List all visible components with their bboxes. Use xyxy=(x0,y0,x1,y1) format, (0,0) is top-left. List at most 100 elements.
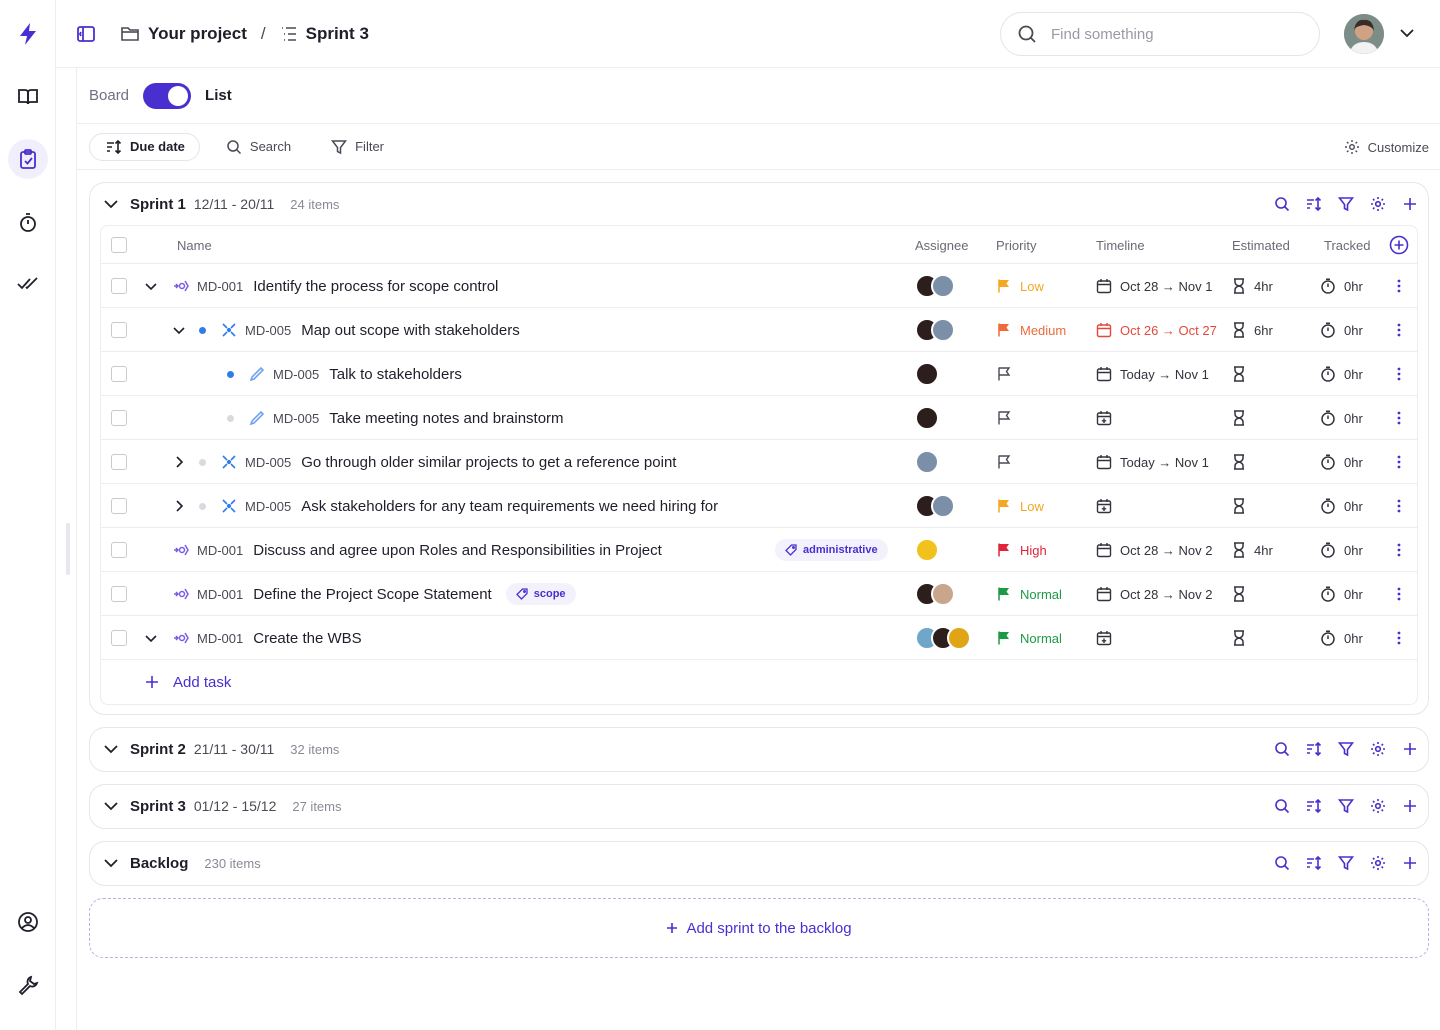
filter-icon[interactable] xyxy=(1336,853,1356,873)
plus-icon[interactable] xyxy=(1400,853,1420,873)
clipboard-check-icon[interactable] xyxy=(8,139,48,179)
sort-icon[interactable] xyxy=(1304,853,1324,873)
breadcrumb-sprint[interactable]: Sprint 3 xyxy=(280,24,369,44)
filter-button[interactable]: Filter xyxy=(317,133,398,161)
chevron-down-icon[interactable] xyxy=(1398,24,1416,45)
hourglass-icon[interactable] xyxy=(1232,322,1246,338)
hourglass-icon[interactable] xyxy=(1232,278,1246,294)
board-view-label[interactable]: Board xyxy=(89,87,129,104)
calendar-add-icon[interactable] xyxy=(1096,630,1112,646)
breadcrumb-project[interactable]: Your project xyxy=(120,24,247,44)
more-vertical-icon[interactable] xyxy=(1391,396,1407,440)
timer-icon[interactable] xyxy=(1320,498,1336,514)
sort-due-date-button[interactable]: Due date xyxy=(89,132,200,161)
hourglass-icon[interactable] xyxy=(1232,586,1246,602)
search-icon[interactable] xyxy=(1272,853,1292,873)
more-vertical-icon[interactable] xyxy=(1391,264,1407,308)
flag-icon[interactable] xyxy=(996,630,1012,646)
gear-icon[interactable] xyxy=(1368,194,1388,214)
task-name[interactable]: Talk to stakeholders xyxy=(329,366,462,383)
chevron-down-icon[interactable] xyxy=(102,195,120,213)
add-sprint-button[interactable]: Add sprint to the backlog xyxy=(89,898,1429,958)
chevron-down-icon[interactable] xyxy=(171,308,187,352)
table-row[interactable]: MD-005 Take meeting notes and brainstorm xyxy=(101,396,1417,440)
table-row[interactable]: MD-001 Define the Project Scope Statemen… xyxy=(101,572,1417,616)
row-checkbox[interactable] xyxy=(111,498,127,514)
hourglass-icon[interactable] xyxy=(1232,542,1246,558)
chevron-right-icon[interactable] xyxy=(171,440,187,484)
table-row[interactable]: MD-005 Ask stakeholders for any team req… xyxy=(101,484,1417,528)
bolt-icon[interactable] xyxy=(8,14,48,54)
chevron-right-icon[interactable] xyxy=(171,484,187,528)
flag-icon[interactable] xyxy=(996,454,1012,470)
sort-icon[interactable] xyxy=(1304,796,1324,816)
chevron-down-icon[interactable] xyxy=(102,740,120,758)
timer-icon[interactable] xyxy=(1320,410,1336,426)
chevron-down-icon[interactable] xyxy=(143,616,159,660)
flag-icon[interactable] xyxy=(996,410,1012,426)
search-input[interactable] xyxy=(1051,25,1291,43)
row-checkbox[interactable] xyxy=(111,454,127,470)
plus-icon[interactable] xyxy=(1400,739,1420,759)
assignee-avatars[interactable] xyxy=(915,362,939,386)
task-name[interactable]: Ask stakeholders for any team requiremen… xyxy=(301,498,718,515)
table-row[interactable]: MD-005 Talk to stakeholders Today → Nov … xyxy=(101,352,1417,396)
more-vertical-icon[interactable] xyxy=(1391,572,1407,616)
search-icon[interactable] xyxy=(1272,796,1292,816)
select-all-checkbox[interactable] xyxy=(111,237,127,253)
chevron-down-icon[interactable] xyxy=(102,797,120,815)
plus-icon[interactable] xyxy=(1400,194,1420,214)
backlog-header[interactable]: Backlog 230 items xyxy=(90,842,1428,884)
chevron-down-icon[interactable] xyxy=(102,854,120,872)
table-row[interactable]: MD-001 Create the WBS Normal 0hr xyxy=(101,616,1417,660)
row-checkbox[interactable] xyxy=(111,630,127,646)
flag-icon[interactable] xyxy=(996,542,1012,558)
column-timeline[interactable]: Timeline xyxy=(1096,226,1145,264)
more-vertical-icon[interactable] xyxy=(1391,352,1407,396)
row-checkbox[interactable] xyxy=(111,586,127,602)
calendar-icon[interactable] xyxy=(1096,366,1112,382)
avatar[interactable] xyxy=(1344,14,1384,54)
flag-icon[interactable] xyxy=(996,586,1012,602)
table-row[interactable]: MD-005 Go through older similar projects… xyxy=(101,440,1417,484)
hourglass-icon[interactable] xyxy=(1232,454,1246,470)
chevron-down-icon[interactable] xyxy=(143,264,159,308)
calendar-icon[interactable] xyxy=(1096,278,1112,294)
gear-icon[interactable] xyxy=(1368,853,1388,873)
assignee-avatars[interactable] xyxy=(915,494,955,518)
assignee-avatars[interactable] xyxy=(915,318,955,342)
user-circle-icon[interactable] xyxy=(8,902,48,942)
list-view-label[interactable]: List xyxy=(205,87,232,104)
column-tracked[interactable]: Tracked xyxy=(1324,226,1370,264)
row-checkbox[interactable] xyxy=(111,322,127,338)
calendar-icon[interactable] xyxy=(1096,454,1112,470)
timer-icon[interactable] xyxy=(1320,630,1336,646)
flag-icon[interactable] xyxy=(996,278,1012,294)
row-checkbox[interactable] xyxy=(111,278,127,294)
wrench-icon[interactable] xyxy=(8,965,48,1005)
column-name[interactable]: Name xyxy=(177,226,212,264)
task-name[interactable]: Identify the process for scope control xyxy=(253,278,498,295)
timer-icon[interactable] xyxy=(1320,366,1336,382)
more-vertical-icon[interactable] xyxy=(1391,308,1407,352)
table-row[interactable]: MD-001 Discuss and agree upon Roles and … xyxy=(101,528,1417,572)
task-name[interactable]: Create the WBS xyxy=(253,630,361,647)
sort-icon[interactable] xyxy=(1304,194,1324,214)
sprint-3-header[interactable]: Sprint 3 01/12 - 15/12 27 items xyxy=(90,785,1428,827)
hourglass-icon[interactable] xyxy=(1232,498,1246,514)
timer-icon[interactable] xyxy=(1320,278,1336,294)
timer-icon[interactable] xyxy=(1320,542,1336,558)
search-icon[interactable] xyxy=(1272,739,1292,759)
assignee-avatars[interactable] xyxy=(915,274,955,298)
flag-icon[interactable] xyxy=(996,322,1012,338)
resize-handle[interactable] xyxy=(66,523,70,575)
hourglass-icon[interactable] xyxy=(1232,410,1246,426)
book-icon[interactable] xyxy=(8,77,48,117)
filter-icon[interactable] xyxy=(1336,739,1356,759)
calendar-icon[interactable] xyxy=(1096,586,1112,602)
calendar-icon[interactable] xyxy=(1096,542,1112,558)
view-toggle[interactable] xyxy=(143,82,192,109)
table-row[interactable]: MD-005 Map out scope with stakeholders M… xyxy=(101,308,1417,352)
sprint-2-header[interactable]: Sprint 2 21/11 - 30/11 32 items xyxy=(90,728,1428,770)
assignee-avatars[interactable] xyxy=(915,406,939,430)
